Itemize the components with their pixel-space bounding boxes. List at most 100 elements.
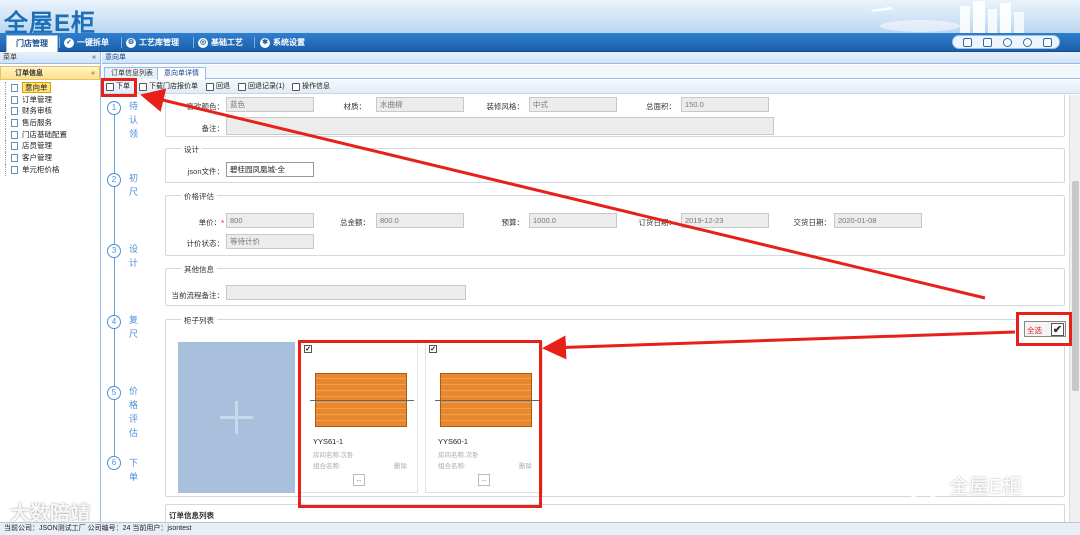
step-label: 初尺	[129, 173, 139, 197]
wechat-icon	[905, 472, 941, 500]
nav-tab-system-settings[interactable]: ✱ 系统设置	[260, 36, 305, 50]
sidebar-item-staff[interactable]: 店员管理	[0, 140, 100, 153]
delivery-date-label: 交货日期：	[793, 218, 832, 227]
material-field[interactable]: 水曲柳	[376, 97, 464, 112]
sidebar-item-label: 订单管理	[22, 94, 52, 104]
process-remark-label: 当前流程备注：	[171, 291, 225, 300]
step-number: 6	[107, 456, 121, 470]
target-icon: ◎	[198, 38, 208, 48]
tab-intent-detail[interactable]: 意向单详情	[157, 67, 206, 80]
sidebar-item-order-management[interactable]: 订单管理	[0, 93, 100, 106]
step-number: 3	[107, 244, 121, 258]
step-label: 价格评估	[129, 386, 139, 438]
step-number: 4	[107, 315, 121, 329]
nav-label: 基础工艺	[211, 38, 243, 47]
nav-separator	[121, 37, 122, 48]
gear-icon[interactable]	[1023, 38, 1032, 47]
step-label: 设计	[129, 244, 139, 268]
select-all-control[interactable]: 全选 ✔	[1016, 312, 1072, 346]
sidebar-item-label: 单元柜价格	[22, 164, 60, 174]
sidebar-item-finance-review[interactable]: 财务审核	[0, 105, 100, 118]
price-status-label: 计价状态：	[186, 239, 225, 248]
nav-separator	[193, 37, 194, 48]
color-field[interactable]: 蓝色	[226, 97, 314, 112]
price-status-field[interactable]: 等待计价	[226, 234, 314, 249]
basic-info-section: 喜欢颜色： 蓝色 材质： 水曲柳 装修风格： 中式 总面积： 150.0 备注：	[165, 95, 1065, 137]
tree-line	[5, 128, 10, 141]
settings-icon: ✱	[260, 38, 270, 48]
nav-separator	[254, 37, 255, 48]
document-icon	[11, 130, 18, 139]
unit-price-label: 单价：*	[166, 217, 224, 228]
process-remark-field[interactable]	[226, 285, 466, 300]
document-icon	[11, 154, 18, 163]
material-label: 材质：	[343, 102, 367, 111]
sidebar-title: 菜单	[3, 54, 17, 61]
total-amount-field[interactable]: 800.0	[376, 213, 464, 228]
sidebar-item-label: 店员管理	[22, 141, 52, 151]
nav-tab-store[interactable]: 门店管理	[6, 35, 58, 52]
tree-line	[5, 152, 10, 164]
sidebar-item-after-sales[interactable]: 售后服务	[0, 117, 100, 129]
detail-form: 喜欢颜色： 蓝色 材质： 水曲柳 装修风格： 中式 总面积： 150.0 备注：…	[160, 95, 1068, 522]
json-file-field[interactable]: 碧桂园凤凰城-全	[226, 162, 314, 177]
add-cabinet-button[interactable]	[178, 342, 295, 493]
price-section: 价格评估 单价：* 800 总金额： 800.0 预算： 1000.0 订货日期…	[165, 191, 1065, 256]
area-label: 总面积：	[646, 102, 676, 111]
nav-tab-basic-craft[interactable]: ◎ 基础工艺	[198, 36, 243, 50]
sidebar-item-label: 意向单	[22, 82, 51, 93]
main-navbar: 门店管理 ✓ 一键拆单 ⚙ 工艺库管理 ◎ 基础工艺 ✱ 系统设置	[0, 33, 1080, 52]
select-all-label: 全选	[1027, 326, 1042, 335]
nav-separator	[59, 37, 60, 48]
collapse-icon[interactable]: «	[91, 67, 95, 80]
section-title: 订单信息列表	[169, 511, 214, 520]
scrollbar-thumb[interactable]	[1072, 181, 1079, 391]
required-mark: *	[221, 218, 224, 227]
app-header: 全屋E柜	[0, 0, 1080, 33]
style-field[interactable]: 中式	[529, 97, 617, 112]
detail-toolbar: 下单 下载门店报价单 回退 回退记录(1) 操作信息	[102, 80, 1080, 94]
status-bar: 当前公司：JSON测试工厂 公司编号：24 当前用户：jsontest	[0, 522, 1080, 535]
logout-icon[interactable]	[1043, 38, 1052, 47]
sidebar-group-order-info[interactable]: 订单信息 «	[0, 66, 100, 80]
sidebar-item-label: 客户管理	[22, 153, 52, 163]
select-all-checkbox[interactable]: ✔	[1051, 323, 1064, 336]
tree-line	[5, 105, 10, 118]
order-date-field[interactable]: 2019-12-23	[681, 213, 769, 228]
nav-tab-craft-library[interactable]: ⚙ 工艺库管理	[126, 36, 179, 50]
app-logo: 全屋E柜	[4, 10, 97, 33]
document-icon	[11, 107, 18, 116]
document-icon	[11, 95, 18, 104]
nav-tab-quick-split[interactable]: ✓ 一键拆单	[64, 36, 109, 50]
rollback-record-button[interactable]: 回退记录(1)	[238, 81, 285, 93]
sidebar-item-store-config[interactable]: 门店基础配置	[0, 128, 100, 141]
style-label: 装修风格：	[486, 102, 525, 111]
vertical-scrollbar[interactable]	[1069, 95, 1080, 522]
user-icon[interactable]	[1003, 38, 1012, 47]
remark-field[interactable]	[226, 117, 774, 135]
sidebar-item-label: 售后服务	[22, 118, 52, 128]
delivery-date-field[interactable]: 2020-01-08	[834, 213, 922, 228]
area-field[interactable]: 150.0	[681, 97, 769, 112]
highlight-cabinet-cards	[298, 340, 542, 508]
sidebar-item-intent-order[interactable]: 意向单	[0, 82, 100, 94]
collapse-icon[interactable]: «	[92, 52, 96, 64]
monitor-icon[interactable]	[963, 38, 972, 47]
document-icon	[11, 119, 18, 128]
tree-line	[5, 82, 10, 94]
operation-info-button[interactable]: 操作信息	[292, 81, 330, 93]
rollback-button[interactable]: 回退	[206, 81, 230, 93]
select-all-box[interactable]: 全选 ✔	[1024, 321, 1066, 337]
sidebar-item-cabinet-price[interactable]: 单元柜价格	[0, 163, 100, 176]
highlight-place-order	[101, 78, 137, 97]
sidebar-item-customers[interactable]: 客户管理	[0, 152, 100, 164]
document-icon	[11, 84, 18, 92]
download-quote-button[interactable]: 下载门店报价单	[139, 81, 198, 93]
watermark-right: 全屋E柜	[905, 470, 1022, 500]
calendar-icon[interactable]	[983, 38, 992, 47]
header-tools	[952, 35, 1060, 49]
check-circle-icon: ✓	[64, 38, 74, 48]
unit-price-field[interactable]: 800	[226, 213, 314, 228]
json-file-label: json文件：	[187, 167, 224, 176]
budget-field[interactable]: 1000.0	[529, 213, 617, 228]
